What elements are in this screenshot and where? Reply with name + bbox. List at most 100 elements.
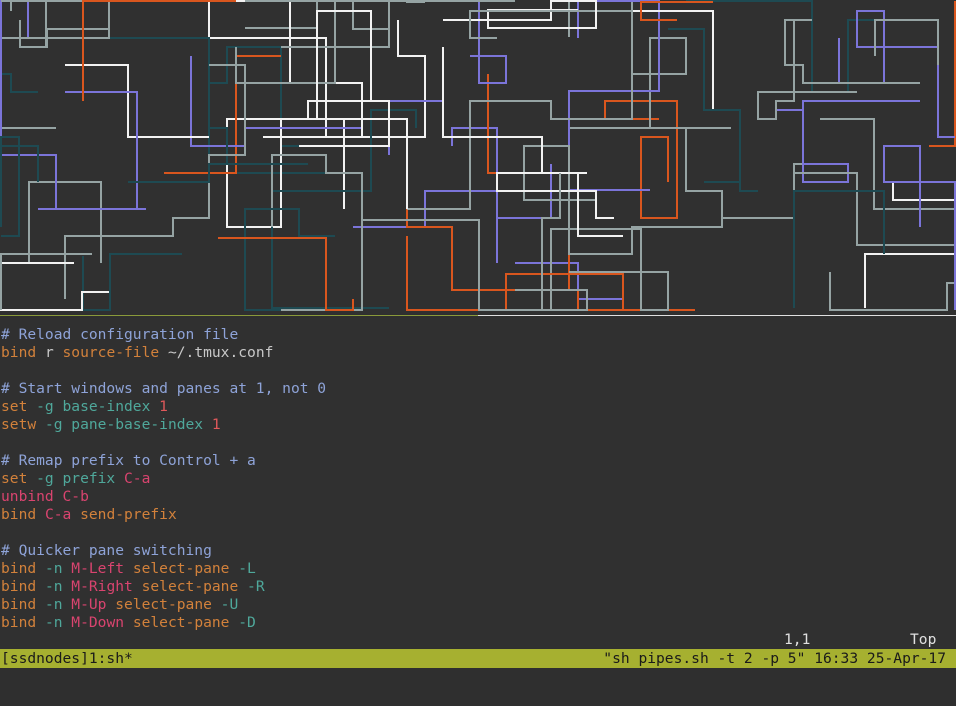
session-window-list[interactable]: [ssdnodes]1:sh* [1, 649, 133, 668]
pipe-segment [1, 73, 38, 93]
code-token: set [1, 470, 28, 487]
code-token: -g [27, 470, 54, 487]
code-token: -n [36, 560, 63, 577]
pipe-segment [686, 0, 875, 93]
pipe-segment [38, 91, 138, 210]
code-token: send-prefix [71, 506, 177, 523]
clock-time: 16:33 [814, 650, 859, 667]
code-token: C-a [36, 506, 72, 523]
code-token: unbind [1, 488, 54, 505]
code-token: -L [229, 560, 256, 577]
pipe-segment [883, 145, 956, 310]
editor-line: bind -n M-Right select-pane -R [1, 578, 265, 596]
editor-line: bind -n M-Down select-pane -D [1, 614, 256, 632]
pipe-segment [82, 253, 182, 311]
code-token: bind [1, 344, 37, 361]
code-token: pane-base-index [62, 416, 204, 433]
pipe-segment [218, 237, 354, 311]
code-token: ~/.tmux.conf [159, 344, 274, 361]
editor-line: unbind C-b [1, 488, 89, 506]
pipe-segment [469, 10, 578, 39]
code-token: set [1, 398, 28, 415]
pipe-segment [0, 181, 102, 310]
editor-pane[interactable]: # Reload configuration file bind r source… [0, 318, 956, 648]
pipe-segment [776, 100, 920, 183]
editor-line: setw -g pane-base-index 1 [1, 416, 221, 434]
code-token: bind [1, 578, 37, 595]
code-token: M-Up [62, 596, 107, 613]
code-token: -n [36, 596, 63, 613]
code-token: select-pane [106, 596, 212, 613]
pipes-animation [0, 0, 956, 311]
pipe-segment [496, 172, 614, 219]
code-token: # Remap prefix to Control + a [1, 452, 256, 469]
code-token: # Start windows and panes at 1, not 0 [1, 380, 327, 397]
pipe-segment [631, 10, 714, 110]
code-token: setw [1, 416, 37, 433]
pipe-segment [829, 272, 955, 311]
code-token: -R [238, 578, 265, 595]
editor-line: # Start windows and panes at 1, not 0 [1, 380, 326, 398]
code-token: M-Right [62, 578, 133, 595]
code-token: r [36, 344, 63, 361]
code-token: C-b [53, 488, 89, 505]
pipe-segment [235, 0, 515, 84]
code-token: C-a [115, 470, 151, 487]
code-token: M-Left [62, 560, 125, 577]
tmux-status-bar: [ssdnodes]1:sh* "sh pipes.sh -t 2 -p 5" … [0, 649, 956, 668]
pipe-segment [19, 20, 110, 48]
code-token: select-pane [132, 578, 239, 595]
code-token: -U [211, 596, 239, 613]
pane-divider-inactive [478, 315, 956, 316]
pipe-segment [406, 74, 570, 291]
status-right: "sh pipes.sh -t 2 -p 5" 16:33 25-Apr-17 [603, 649, 946, 668]
pipe-segment [0, 65, 146, 210]
pane-title: "sh pipes.sh -t 2 -p 5" [603, 650, 806, 667]
pipes-animation-pane[interactable] [0, 0, 956, 314]
code-token: bind [1, 560, 37, 577]
code-token: # Reload configuration file [1, 326, 239, 343]
pipe-segment [0, 262, 109, 311]
code-token: bind [1, 614, 37, 631]
editor-line: # Quicker pane switching [1, 542, 212, 560]
pipe-segment [704, 109, 741, 183]
editor-line: bind r source-file ~/.tmux.conf [1, 344, 273, 362]
editor-line: bind -n M-Left select-pane -L [1, 560, 256, 578]
code-token: -D [229, 614, 256, 631]
code-token: -n [36, 614, 63, 631]
pane-divider-active [0, 315, 478, 316]
cursor-position: 1,1 [784, 631, 811, 648]
pipe-segment [0, 136, 39, 237]
pipe-segment [757, 20, 857, 120]
pipe-segment [929, 1, 956, 147]
code-token: bind [1, 506, 37, 523]
pipe-segment [443, 0, 597, 29]
code-token: select-pane [124, 560, 230, 577]
editor-line: # Reload configuration file [1, 326, 238, 344]
pipe-segment [568, 0, 660, 191]
code-token: prefix [53, 470, 116, 487]
code-token: -n [36, 578, 63, 595]
pipe-segment [407, 10, 633, 210]
code-token: source-file [62, 344, 160, 361]
code-token: base-index [53, 398, 151, 415]
scroll-position: Top [910, 631, 937, 648]
editor-line: bind -n M-Up select-pane -U [1, 596, 238, 614]
code-token: bind [1, 596, 37, 613]
pipe-segment [244, 208, 353, 311]
pipe-segment [523, 145, 723, 255]
code-token: M-Down [62, 614, 125, 631]
pane-divider[interactable] [0, 314, 956, 317]
pipe-segment [784, 19, 920, 84]
code-token: 1 [203, 416, 221, 433]
code-token: -g [27, 398, 54, 415]
code-token: 1 [150, 398, 168, 415]
pipe-segment [569, 127, 821, 219]
editor-line: # Remap prefix to Control + a [1, 452, 256, 470]
pipe-segment [793, 190, 885, 308]
editor-line: set -g prefix C-a [1, 470, 150, 488]
pipe-segment [82, 0, 236, 101]
code-token: # Quicker pane switching [1, 542, 212, 559]
code-token: select-pane [124, 614, 230, 631]
clock-date: 25-Apr-17 [866, 650, 946, 667]
